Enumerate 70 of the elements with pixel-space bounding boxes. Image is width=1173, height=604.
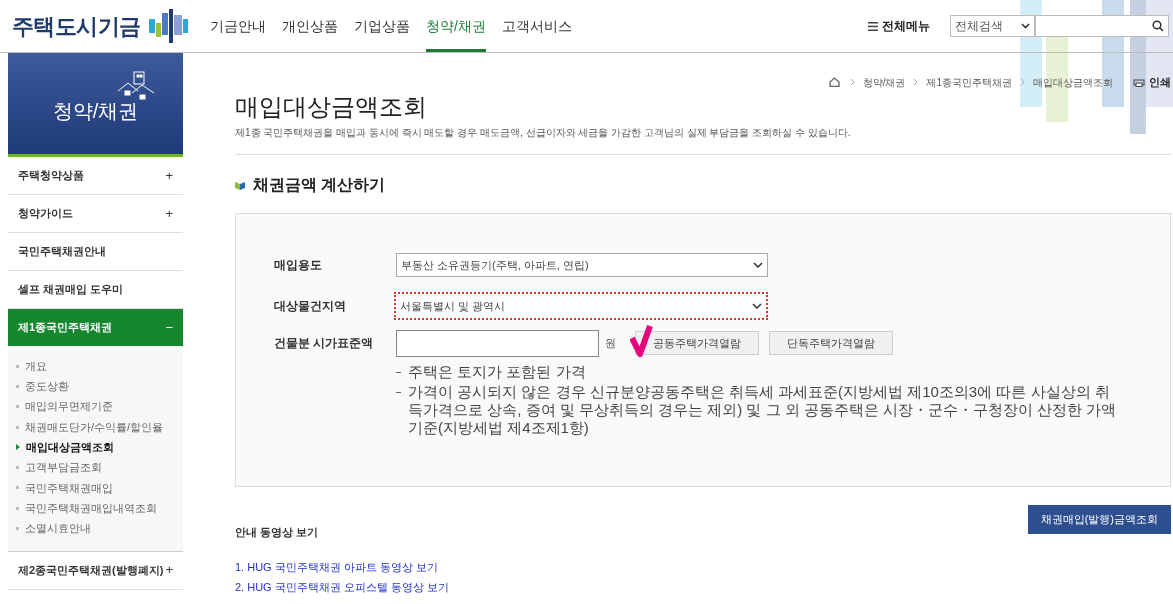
dot-bullet-icon (16, 405, 19, 409)
nav-tab[interactable]: 청약/채권 (426, 0, 486, 52)
sidebar-item[interactable]: 국민주택채권안내 (8, 233, 183, 271)
nav-tab[interactable]: 기업상품 (354, 0, 410, 52)
video-link[interactable]: 1. HUG 국민주택채권 아파트 동영상 보기 (235, 558, 1171, 575)
search-field[interactable] (1035, 15, 1169, 37)
field-label: 건물분 시가표준액 (274, 335, 375, 352)
triangle-bullet-icon (16, 444, 20, 451)
sidebar-item[interactable]: 주택청약상품 + (8, 157, 183, 195)
unit-label: 원 (605, 335, 617, 351)
dot-bullet-icon (16, 384, 19, 388)
printer-icon (1133, 77, 1145, 87)
section-title: 채권금액 계산하기 (253, 175, 386, 195)
price-lookup-button[interactable]: 단독주택가격열람 (769, 331, 893, 355)
submenu-item[interactable]: 개요 (25, 357, 47, 375)
dot-bullet-icon (16, 466, 19, 470)
video-link[interactable]: 2. HUG 국민주택채권 오피스텔 동영상 보기 (235, 579, 1171, 596)
submenu-item[interactable]: 매입대상금액조회 (26, 439, 114, 456)
dot-bullet-icon (16, 486, 19, 490)
book-icon (235, 180, 245, 190)
submenu-item[interactable]: 매입의무면제기준 (25, 398, 113, 415)
dash-bullet-icon (396, 392, 401, 393)
breadcrumb-link[interactable]: 청약/채권 (862, 74, 906, 90)
field-label: 대상물건지역 (274, 298, 347, 315)
region-dropdown[interactable]: 서울특별시 및 광역시 (394, 292, 768, 320)
dot-bullet-icon (16, 364, 19, 368)
sidebar-item[interactable]: 제2종국민주택채권(발행폐지)+ (8, 551, 183, 590)
breadcrumb-link[interactable]: 매입대상금액조회 (1033, 74, 1113, 90)
dot-bullet-icon (16, 425, 19, 429)
chevron-right-icon (1020, 78, 1025, 86)
chevron-down-icon (753, 262, 763, 268)
query-button[interactable]: 채권매입(발행)금액조회 (1027, 505, 1171, 534)
chevron-down-icon (752, 303, 762, 309)
submenu-item[interactable]: 국민주택채권매입내역조회 (25, 499, 157, 517)
field-label: 매입용도 (274, 257, 323, 274)
sidebar-item[interactable]: 청약가이드 + (8, 195, 183, 233)
chevron-right-icon (849, 78, 855, 86)
home-icon[interactable] (828, 77, 840, 87)
submenu-item[interactable]: 소멸시효안내 (25, 520, 91, 537)
sidebar-title: 청약/채권 (52, 98, 139, 124)
sidebar-item[interactable]: 제1종국민주택채권 − (8, 309, 183, 346)
chevron-down-icon (1021, 23, 1030, 29)
search-icon (1152, 20, 1164, 32)
logo-icon (148, 9, 189, 43)
note-text: 가격이 공시되지 않은 경우 신규분양공동주택은 취득세 과세표준(지방세법 제10조의3에 따른 사실상의 취득가격으로 상속, 증여 및 무상취득의 경우는 제외) 및 그 외 공동주택은 시장・군수・구청장이 산정한 가액 기준(지방세법 제4조제1항) (408, 383, 1118, 437)
menu-icon (868, 21, 878, 31)
dash-bullet-icon (396, 372, 401, 373)
chevron-right-icon (913, 78, 919, 86)
logo-text[interactable]: 주택도시기금 (12, 9, 141, 43)
video-section-title: 안내 동영상 보기 (235, 525, 320, 540)
price-input[interactable] (396, 329, 599, 357)
page-title: 매입대상금액조회 (235, 92, 428, 122)
print-button[interactable]: 인쇄 (1133, 73, 1171, 91)
submenu-item[interactable]: 중도상환 (25, 378, 69, 395)
all-menu-button[interactable]: 전체메뉴 (868, 17, 930, 35)
dot-bullet-icon (16, 506, 19, 510)
submenu-item[interactable]: 국민주택채권매입 (25, 479, 113, 497)
purpose-dropdown[interactable]: 부동산 소유권등기(주택, 아파트, 연립) (396, 253, 768, 277)
price-lookup-button[interactable]: 공동주택가격열람 (635, 331, 759, 355)
submenu-item[interactable]: 고객부담금조회 (25, 459, 102, 476)
search-scope-dropdown[interactable]: 전체검색 (950, 15, 1035, 37)
breadcrumb-link[interactable]: 제1종국민주택채권 (926, 74, 1012, 90)
nav-tab[interactable]: 개인상품 (282, 0, 338, 52)
nav-tab[interactable]: 고객서비스 (501, 0, 572, 52)
checkmark-icon (630, 324, 654, 358)
page-description: 제1종 국민주택채권을 매입과 동시에 즉시 매도할 경우 매도금액, 선급이자와 세금을 가감한 고객님의 실제 부담금을 조회하실 수 있습니다. (235, 125, 1171, 155)
note-text: 주택은 토지가 포함된 가격 (408, 363, 586, 381)
submenu-item[interactable]: 채권매도단가/수익률/할인율 (25, 418, 164, 436)
nav-tab[interactable]: 기금안내 (210, 0, 266, 52)
dot-bullet-icon (16, 527, 19, 530)
